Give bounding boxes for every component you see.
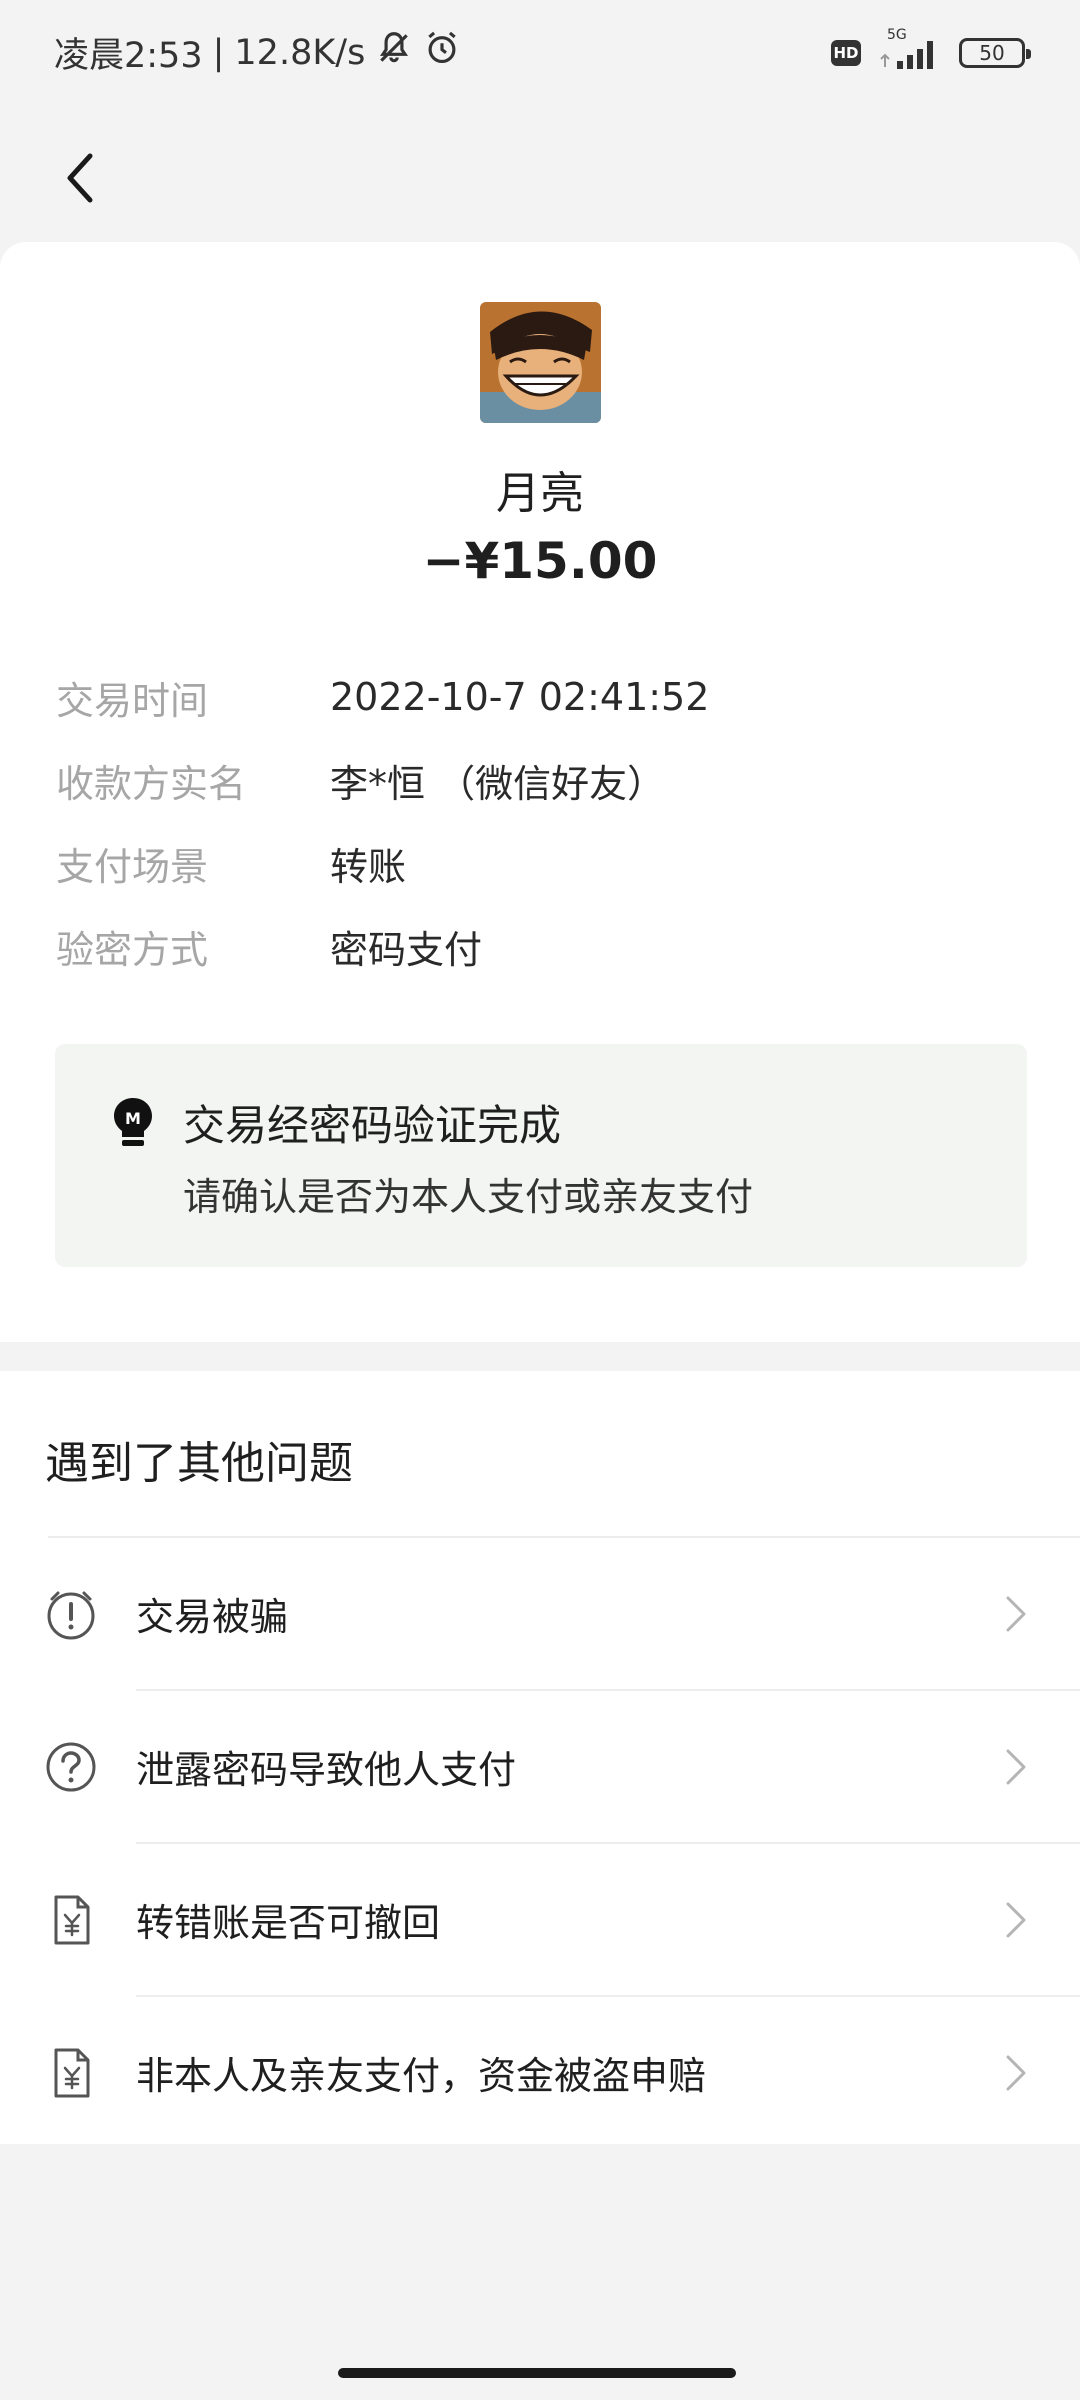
alert-clock-icon (44, 1587, 98, 1641)
yuan-doc-icon (44, 2046, 98, 2100)
status-bar: 凌晨2:53 | 12.8K/s HD 5G 50 (0, 0, 1080, 105)
hd-badge: HD (831, 39, 861, 66)
bell-muted-icon (375, 29, 413, 76)
signal-icon: 5G (877, 27, 943, 73)
svg-text:M: M (125, 1109, 141, 1128)
status-net-speed: 12.8K/s (234, 32, 366, 73)
detail-value: 转账 (330, 844, 407, 889)
verification-notice: M 交易经密码验证完成 请确认是否为本人支付或亲友支付 (55, 1044, 1027, 1267)
status-separator: | (212, 32, 225, 73)
avatar[interactable] (480, 302, 601, 423)
detail-row-payee-realname: 收款方实名 李*恒 （微信好友） (56, 750, 1036, 810)
home-indicator[interactable] (338, 2368, 736, 2378)
detail-row-time: 交易时间 2022-10-7 02:41:52 (56, 667, 1036, 727)
chevron-right-icon (1004, 1900, 1028, 1940)
back-arrow-icon (60, 150, 100, 210)
detail-label: 交易时间 (56, 678, 209, 723)
detail-label: 支付场景 (56, 844, 209, 889)
issues-title: 遇到了其他问题 (45, 1438, 353, 1489)
transaction-card: 月亮 −¥15.00 交易时间 2022-10-7 02:41:52 收款方实名… (0, 242, 1080, 1342)
status-time: 凌晨2:53 (54, 36, 203, 76)
battery-icon: 50 (959, 37, 1031, 68)
detail-label: 验密方式 (56, 927, 209, 972)
notice-subtitle: 请确认是否为本人支付或亲友支付 (183, 1175, 754, 1219)
status-left: 凌晨2:53 | 12.8K/s (54, 27, 461, 78)
status-right: HD 5G 50 (831, 27, 1031, 73)
issue-label: 非本人及亲友支付，资金被盗申赔 (136, 2054, 707, 2098)
detail-row-verify-method: 验密方式 密码支付 (56, 916, 1036, 976)
lightbulb-icon: M (111, 1096, 155, 1150)
transaction-amount: −¥15.00 (422, 532, 658, 590)
alarm-icon (423, 29, 461, 76)
detail-row-scene: 支付场景 转账 (56, 833, 1036, 893)
issue-label: 转错账是否可撤回 (136, 1901, 441, 1945)
issue-item-password-leak[interactable]: 泄露密码导致他人支付 (0, 1691, 1080, 1842)
issue-label: 泄露密码导致他人支付 (136, 1748, 517, 1792)
issue-item-wrong-transfer[interactable]: 转错账是否可撤回 (0, 1844, 1080, 1995)
issue-label: 交易被骗 (136, 1595, 289, 1639)
detail-value: 李*恒 （微信好友） (330, 761, 666, 806)
chevron-right-icon (1004, 1747, 1028, 1787)
notice-title: 交易经密码验证完成 (183, 1101, 562, 1150)
issue-item-stolen-funds[interactable]: 非本人及亲友支付，资金被盗申赔 (0, 1997, 1080, 2148)
other-issues-section: 遇到了其他问题 交易被骗 泄露密码导致他人支付 转错账是否可撤回 非本人及亲友支… (0, 1371, 1080, 2144)
chevron-right-icon (1004, 1594, 1028, 1634)
question-circle-icon (44, 1740, 98, 1794)
back-button[interactable] (50, 150, 110, 210)
chevron-right-icon (1004, 2053, 1028, 2093)
issue-item-scammed[interactable]: 交易被骗 (0, 1538, 1080, 1689)
detail-value: 2022-10-7 02:41:52 (330, 675, 710, 719)
yuan-doc-icon (44, 1893, 98, 1947)
detail-value: 密码支付 (330, 927, 483, 972)
detail-label: 收款方实名 (56, 761, 247, 806)
payee-name: 月亮 (496, 468, 584, 519)
